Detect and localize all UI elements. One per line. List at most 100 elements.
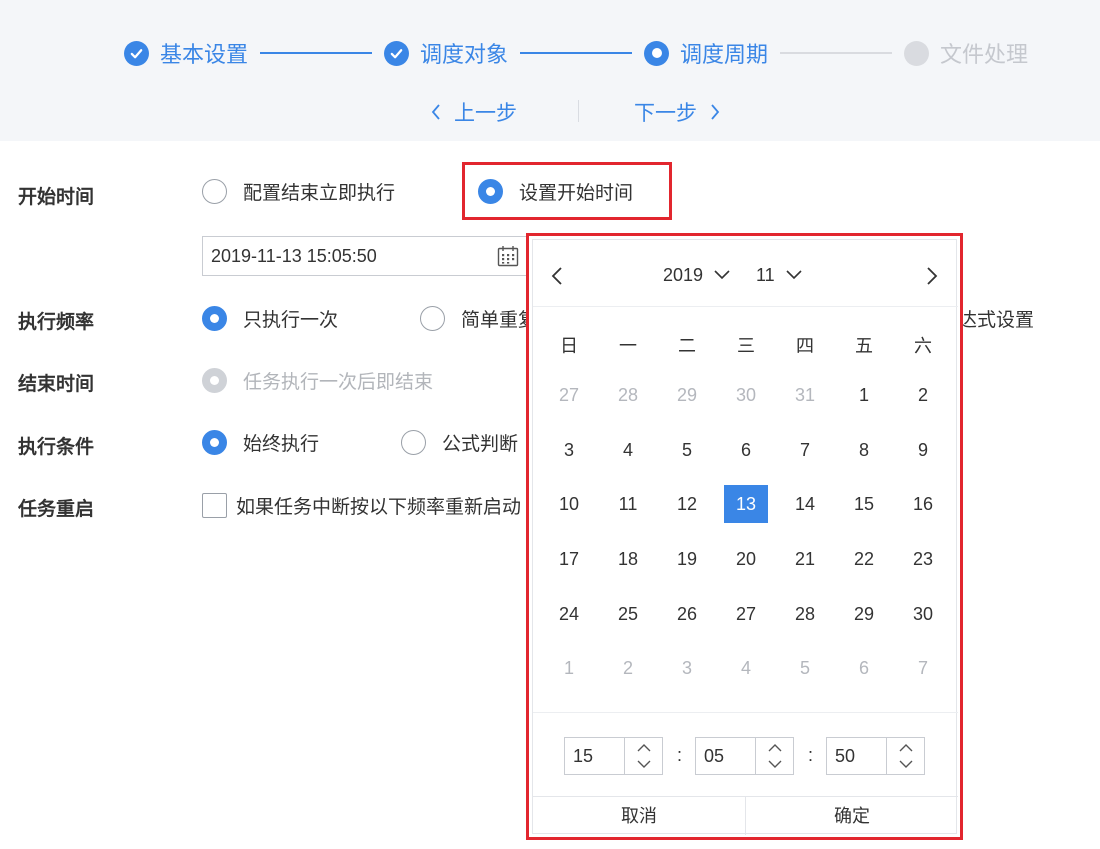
day-cell[interactable]: 28 bbox=[606, 376, 650, 414]
second-spinner[interactable]: 50 bbox=[826, 737, 925, 775]
minute-spinner[interactable]: 05 bbox=[695, 737, 794, 775]
radio-run-once[interactable]: 只执行一次 bbox=[202, 305, 338, 332]
day-cell[interactable]: 1 bbox=[842, 376, 886, 414]
month-select[interactable]: 11 bbox=[756, 261, 803, 289]
day-cell[interactable]: 21 bbox=[783, 540, 827, 578]
time-colon: : bbox=[677, 745, 683, 765]
start-time-label: 开始时间 bbox=[18, 187, 95, 208]
day-cell[interactable]: 12 bbox=[665, 485, 709, 523]
next-step-button[interactable]: 下一步 bbox=[634, 96, 721, 128]
chevron-right-icon bbox=[711, 104, 720, 120]
start-datetime-input[interactable]: 2019-11-13 15:05:50 bbox=[202, 236, 532, 276]
day-cell[interactable]: 3 bbox=[665, 649, 709, 687]
day-cell[interactable]: 29 bbox=[842, 595, 886, 633]
step-label: 文件处理 bbox=[940, 42, 1029, 67]
day-cell[interactable]: 19 bbox=[665, 540, 709, 578]
spinner-arrows[interactable] bbox=[624, 738, 662, 774]
weekday-label: 一 bbox=[619, 336, 637, 356]
chevron-left-icon[interactable] bbox=[550, 264, 564, 288]
day-cell[interactable]: 7 bbox=[783, 431, 827, 469]
spinner-arrows[interactable] bbox=[755, 738, 793, 774]
step-connector bbox=[260, 52, 372, 54]
day-cell[interactable]: 7 bbox=[901, 649, 945, 687]
day-cell[interactable]: 1 bbox=[547, 649, 591, 687]
day-cell[interactable]: 28 bbox=[783, 595, 827, 633]
day-cell-selected[interactable]: 13 bbox=[724, 485, 768, 523]
radio-label: 配置结束立即执行 bbox=[243, 183, 396, 204]
day-cell[interactable]: 10 bbox=[547, 485, 591, 523]
chevron-up-icon[interactable] bbox=[768, 743, 782, 752]
step-connector bbox=[520, 52, 632, 54]
restart-checkbox[interactable]: 如果任务中断按以下频率重新启动 bbox=[202, 492, 521, 519]
day-cell[interactable]: 6 bbox=[842, 649, 886, 687]
radio-label: 任务执行一次后即结束 bbox=[243, 372, 434, 393]
second-value: 50 bbox=[835, 746, 856, 766]
day-cell[interactable]: 22 bbox=[842, 540, 886, 578]
day-cell[interactable]: 3 bbox=[547, 431, 591, 469]
step-file-processing: 文件处理 bbox=[904, 38, 1028, 68]
day-cell[interactable]: 27 bbox=[547, 376, 591, 414]
day-cell[interactable]: 4 bbox=[724, 649, 768, 687]
highlight-box bbox=[462, 162, 672, 220]
day-cell[interactable]: 14 bbox=[783, 485, 827, 523]
date-picker-popup: 2019 11 日一二三四五六 27 28 29 30 31 1 2 3 4 5 6 7 8 9 10 11 1… bbox=[526, 233, 963, 840]
chevron-right-icon[interactable] bbox=[925, 264, 939, 288]
radio-label: 始终执行 bbox=[243, 434, 320, 455]
time-colon: : bbox=[808, 745, 814, 765]
chevron-up-icon[interactable] bbox=[637, 743, 651, 752]
confirm-button[interactable]: 确定 bbox=[746, 797, 958, 835]
day-cell[interactable]: 18 bbox=[606, 540, 650, 578]
day-cell[interactable]: 27 bbox=[724, 595, 768, 633]
radio-formula-check[interactable]: 公式判断 bbox=[401, 429, 518, 456]
day-cell[interactable]: 8 bbox=[842, 431, 886, 469]
chevron-down-icon[interactable] bbox=[637, 760, 651, 769]
weekday-label: 五 bbox=[855, 336, 873, 356]
day-cell[interactable]: 25 bbox=[606, 595, 650, 633]
day-cell[interactable]: 2 bbox=[901, 376, 945, 414]
day-cell[interactable]: 31 bbox=[783, 376, 827, 414]
chevron-left-icon bbox=[431, 104, 440, 120]
restart-label: 任务重启 bbox=[18, 499, 95, 520]
day-cell[interactable]: 11 bbox=[606, 485, 650, 523]
date-picker-panel: 2019 11 日一二三四五六 27 28 29 30 31 1 2 3 4 5 6 7 8 9 10 11 1… bbox=[532, 239, 958, 835]
check-icon bbox=[124, 40, 149, 66]
step-label: 调度周期 bbox=[680, 42, 769, 67]
day-cell[interactable]: 6 bbox=[724, 431, 768, 469]
day-cell[interactable]: 5 bbox=[665, 431, 709, 469]
radio-run-after-config[interactable]: 配置结束立即执行 bbox=[202, 178, 395, 205]
chevron-down-icon[interactable] bbox=[899, 760, 913, 769]
day-cell[interactable]: 30 bbox=[724, 376, 768, 414]
radio-always-run[interactable]: 始终执行 bbox=[202, 429, 319, 456]
day-cell[interactable]: 4 bbox=[606, 431, 650, 469]
hour-spinner[interactable]: 15 bbox=[564, 737, 663, 775]
day-cell[interactable]: 9 bbox=[901, 431, 945, 469]
day-cell[interactable]: 30 bbox=[901, 595, 945, 633]
chevron-down-icon bbox=[714, 270, 730, 280]
radio-label: 公式判断 bbox=[442, 434, 519, 455]
day-cell[interactable]: 16 bbox=[901, 485, 945, 523]
step-basic-settings: 基本设置 bbox=[124, 38, 248, 68]
day-cell[interactable]: 23 bbox=[901, 540, 945, 578]
calendar-icon[interactable] bbox=[497, 245, 519, 267]
spinner-arrows[interactable] bbox=[886, 738, 924, 774]
step-label: 基本设置 bbox=[160, 42, 249, 67]
chevron-up-icon[interactable] bbox=[899, 743, 913, 752]
nav-divider bbox=[578, 100, 579, 122]
chevron-down-icon bbox=[786, 270, 802, 280]
day-cell[interactable]: 2 bbox=[606, 649, 650, 687]
day-cell[interactable]: 20 bbox=[724, 540, 768, 578]
day-cell[interactable]: 29 bbox=[665, 376, 709, 414]
radio-simple-repeat[interactable]: 简单重复 bbox=[420, 305, 537, 332]
day-cell[interactable]: 26 bbox=[665, 595, 709, 633]
prev-step-button[interactable]: 上一步 bbox=[430, 96, 517, 128]
chevron-down-icon[interactable] bbox=[768, 760, 782, 769]
day-cell[interactable]: 5 bbox=[783, 649, 827, 687]
day-cell[interactable]: 17 bbox=[547, 540, 591, 578]
year-select[interactable]: 2019 bbox=[663, 261, 731, 289]
radio-expression-setting[interactable]: 达式设置 bbox=[958, 305, 1034, 332]
day-cell[interactable]: 15 bbox=[842, 485, 886, 523]
cancel-button[interactable]: 取消 bbox=[533, 797, 745, 835]
weekday-label: 四 bbox=[796, 336, 814, 356]
radio-end-after-once: 任务执行一次后即结束 bbox=[202, 367, 433, 394]
day-cell[interactable]: 24 bbox=[547, 595, 591, 633]
